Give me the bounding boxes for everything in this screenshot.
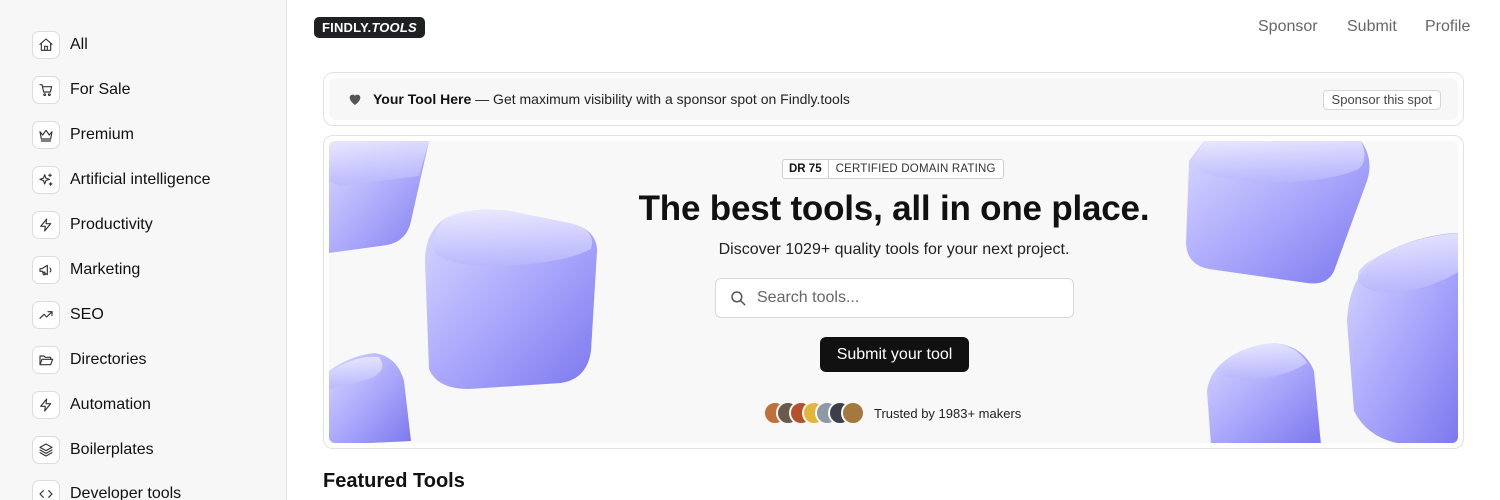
sidebar-item-marketing[interactable]: Marketing bbox=[32, 255, 140, 285]
logo-accent: TOOLS bbox=[371, 20, 417, 35]
layers-icon bbox=[32, 436, 60, 464]
crown-icon bbox=[32, 121, 60, 149]
sidebar-item-label: Productivity bbox=[70, 216, 153, 233]
sidebar-item-boilerplates[interactable]: Boilerplates bbox=[32, 435, 154, 465]
domain-rating-label: CERTIFIED DOMAIN RATING bbox=[835, 163, 996, 175]
hero-subtitle: Discover 1029+ quality tools for your ne… bbox=[718, 241, 1070, 258]
sidebar-item-all[interactable]: All bbox=[32, 30, 88, 60]
sidebar-item-label: Marketing bbox=[70, 261, 141, 278]
sidebar-item-label: Developer tools bbox=[70, 485, 182, 500]
trusted-makers: Trusted by 1983+ makers bbox=[763, 400, 1021, 426]
hero-card: DR 75 CERTIFIED DOMAIN RATING The best t… bbox=[323, 135, 1464, 449]
sidebar-item-artificial-intelligence[interactable]: Artificial intelligence bbox=[32, 165, 211, 195]
sponsor-text: Your Tool Here — Get maximum visibility … bbox=[373, 91, 850, 107]
sidebar-item-developer-tools[interactable]: Developer tools bbox=[32, 479, 181, 500]
sidebar-item-label: Premium bbox=[70, 126, 135, 143]
sidebar-item-label: SEO bbox=[70, 306, 104, 323]
megaphone-icon bbox=[32, 256, 60, 284]
lightning-icon bbox=[32, 391, 60, 419]
logo[interactable]: FINDLY.TOOLS bbox=[314, 17, 425, 38]
sidebar-item-label: For Sale bbox=[70, 81, 131, 98]
sponsor-highlight: Your Tool Here bbox=[373, 91, 472, 107]
domain-rating-value: DR 75 bbox=[783, 160, 829, 178]
trusted-text: Trusted by 1983+ makers bbox=[874, 405, 1022, 421]
logo-main: FINDLY. bbox=[322, 20, 372, 35]
code-icon bbox=[32, 480, 60, 500]
sparkles-icon bbox=[32, 166, 60, 194]
folder-open-icon bbox=[32, 346, 60, 374]
sidebar-item-label: Automation bbox=[70, 396, 151, 413]
sidebar-item-productivity[interactable]: Productivity bbox=[32, 210, 153, 240]
submit-tool-button[interactable]: Submit your tool bbox=[820, 337, 969, 372]
avatar bbox=[841, 401, 865, 425]
sponsor-banner-inner: Your Tool Here — Get maximum visibility … bbox=[329, 78, 1458, 120]
home-icon bbox=[32, 31, 60, 59]
app-root: All For Sale Premium Artificial intellig… bbox=[0, 0, 1500, 500]
nav-link-profile[interactable]: Profile bbox=[1425, 18, 1470, 36]
sidebar-item-for-sale[interactable]: For Sale bbox=[32, 75, 130, 105]
avatar-stack bbox=[763, 401, 865, 425]
search-box[interactable] bbox=[715, 278, 1074, 318]
cube-shape bbox=[1347, 233, 1458, 443]
heart-icon bbox=[347, 91, 363, 107]
sidebar-item-label: Artificial intelligence bbox=[70, 171, 211, 188]
sidebar-item-label: Directories bbox=[70, 351, 147, 368]
domain-rating-badge: DR 75 CERTIFIED DOMAIN RATING bbox=[782, 159, 1004, 179]
sidebar-item-directories[interactable]: Directories bbox=[32, 345, 146, 375]
nav-link-sponsor[interactable]: Sponsor bbox=[1258, 18, 1318, 36]
sidebar: All For Sale Premium Artificial intellig… bbox=[0, 0, 287, 500]
sidebar-item-label: Boilerplates bbox=[70, 441, 154, 458]
sidebar-item-premium[interactable]: Premium bbox=[32, 120, 134, 150]
sponsor-this-spot-button[interactable]: Sponsor this spot bbox=[1322, 90, 1441, 110]
search-icon bbox=[729, 289, 747, 307]
cube-shape bbox=[425, 209, 597, 389]
nav-link-submit[interactable]: Submit bbox=[1347, 18, 1397, 36]
sidebar-item-automation[interactable]: Automation bbox=[32, 390, 151, 420]
sponsor-banner: Your Tool Here — Get maximum visibility … bbox=[323, 72, 1464, 126]
cube-shape bbox=[329, 353, 411, 443]
lightning-icon bbox=[32, 211, 60, 239]
search-input[interactable] bbox=[757, 289, 1047, 307]
trending-up-icon bbox=[32, 301, 60, 329]
sidebar-item-label: All bbox=[70, 36, 88, 53]
sponsor-description: — Get maximum visibility with a sponsor … bbox=[471, 91, 850, 107]
sidebar-item-seo[interactable]: SEO bbox=[32, 300, 104, 330]
cube-shape bbox=[1207, 343, 1321, 443]
hero-inner: DR 75 CERTIFIED DOMAIN RATING The best t… bbox=[329, 141, 1458, 443]
hero-title: The best tools, all in one place. bbox=[638, 189, 1150, 228]
featured-tools-heading: Featured Tools bbox=[323, 470, 465, 492]
cart-icon bbox=[32, 76, 60, 104]
